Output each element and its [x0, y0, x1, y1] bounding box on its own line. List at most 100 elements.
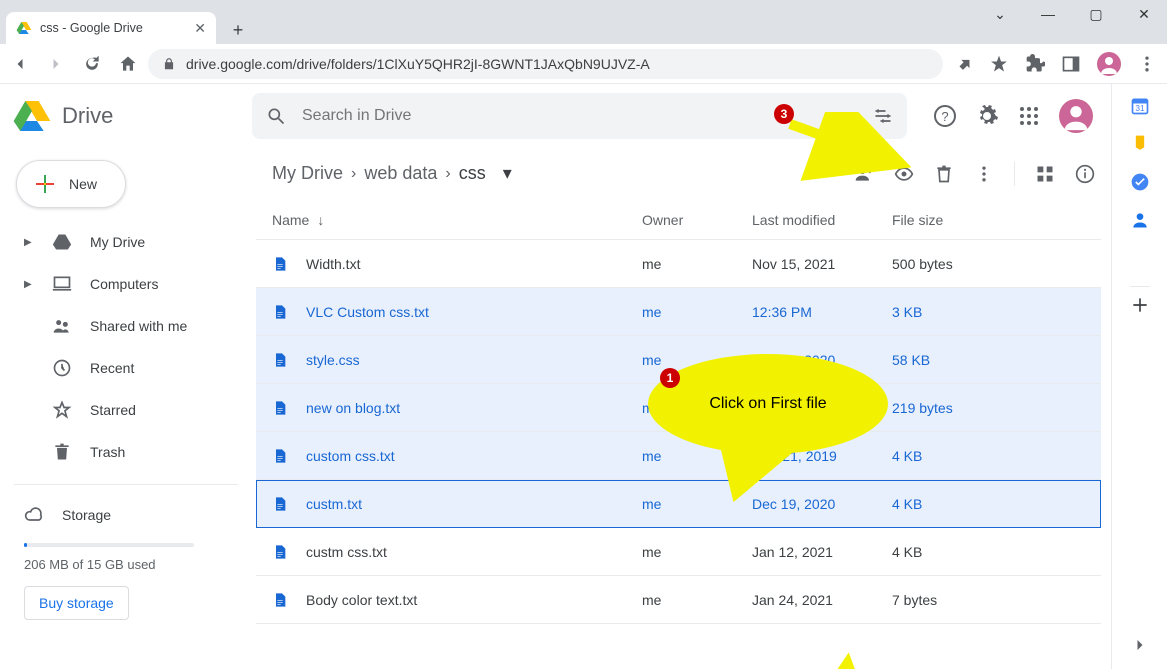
collapse-panel-icon[interactable] — [1130, 635, 1150, 655]
file-name: style.css — [306, 352, 360, 368]
chevron-down-icon[interactable]: ⌄ — [985, 6, 1015, 23]
file-size: 3 KB — [892, 304, 1101, 320]
buy-storage-button[interactable]: Buy storage — [24, 586, 129, 620]
file-size: 4 KB — [892, 448, 1101, 464]
sidebar-item-trash[interactable]: Trash — [10, 432, 248, 472]
share-icon[interactable] — [953, 54, 973, 74]
divider — [14, 484, 238, 485]
reload-icon[interactable] — [82, 54, 102, 74]
browser-tab[interactable]: css - Google Drive ✕ — [6, 12, 216, 44]
table-row[interactable]: Width.txt me Nov 15, 2021 500 bytes — [256, 240, 1101, 288]
table-row[interactable]: Body color text.txt me Jan 24, 2021 7 by… — [256, 576, 1101, 624]
close-window-icon[interactable]: ✕ — [1129, 6, 1159, 23]
caret-icon: ▶ — [24, 237, 34, 248]
file-size: 7 bytes — [892, 592, 1101, 608]
top-right-icons: ? — [933, 99, 1093, 133]
file-icon — [272, 398, 288, 418]
storage-section: Storage 206 MB of 15 GB used Buy storage — [10, 495, 248, 620]
computers-icon — [52, 274, 72, 294]
search-icon — [266, 106, 286, 126]
addons-plus-icon[interactable] — [1130, 286, 1150, 306]
file-owner: me — [642, 592, 782, 608]
tab-title: css - Google Drive — [40, 21, 186, 35]
tab-strip: css - Google Drive ✕ + ⌄ — ▢ ✕ — [0, 8, 1167, 44]
forward-icon[interactable] — [46, 54, 66, 74]
keep-app-icon[interactable] — [1130, 134, 1150, 154]
extensions-icon[interactable] — [1025, 54, 1045, 74]
step-number-3: 3 — [774, 104, 794, 124]
file-size: 500 bytes — [892, 256, 1101, 272]
grid-view-icon[interactable] — [1035, 164, 1055, 184]
sidebar-item-computers[interactable]: ▶ Computers — [10, 264, 248, 304]
table-row[interactable]: custm.txt me Dec 19, 2020 4 KB — [256, 480, 1101, 528]
sidebar-item-my-drive[interactable]: ▶ My Drive — [10, 222, 248, 262]
drive-logo-icon — [12, 96, 52, 136]
new-button-label: New — [69, 176, 97, 192]
callout-text: Click on First file — [709, 395, 826, 413]
file-size: 58 KB — [892, 352, 1101, 368]
file-name: new on blog.txt — [306, 400, 400, 416]
star-outline-icon — [52, 400, 72, 420]
chevron-right-icon: › — [351, 165, 356, 183]
breadcrumb-web-data[interactable]: web data — [364, 163, 437, 184]
storage-bar — [24, 543, 194, 547]
contacts-app-icon[interactable] — [1130, 210, 1150, 230]
table-row[interactable]: custom css.txt me May 21, 2019 4 KB — [256, 432, 1101, 480]
sidebar-item-recent[interactable]: Recent — [10, 348, 248, 388]
home-icon[interactable] — [118, 54, 138, 74]
sidebar-nav-list: ▶ My Drive ▶ Computers Shared with me — [10, 222, 248, 472]
tab-close-icon[interactable]: ✕ — [194, 20, 206, 37]
table-header: Name ↓ Owner Last modified File size — [256, 200, 1101, 240]
file-size: 219 bytes — [892, 400, 1101, 416]
sidebar-item-storage[interactable]: Storage — [24, 495, 248, 535]
trash-icon — [52, 442, 72, 462]
file-name: custm css.txt — [306, 544, 387, 560]
kebab-menu-icon[interactable] — [1137, 54, 1157, 74]
apps-grid-icon[interactable] — [1017, 104, 1041, 128]
calendar-app-icon[interactable]: 31 — [1130, 96, 1150, 116]
file-owner: me — [642, 256, 782, 272]
info-icon[interactable] — [1075, 164, 1095, 184]
svg-text:?: ? — [941, 109, 948, 124]
table-row[interactable]: custm css.txt me Jan 12, 2021 4 KB — [256, 528, 1101, 576]
sidebar-item-label: Recent — [90, 360, 134, 376]
right-side-panel: 31 — [1111, 84, 1167, 669]
file-icon — [272, 542, 288, 562]
back-icon[interactable] — [10, 54, 30, 74]
column-size[interactable]: File size — [892, 212, 1101, 228]
column-owner[interactable]: Owner — [642, 212, 782, 228]
sidebar-item-label: My Drive — [90, 234, 145, 250]
file-size: 4 KB — [892, 496, 1101, 512]
new-button[interactable]: New — [16, 160, 126, 208]
sidebar-item-shared[interactable]: Shared with me — [10, 306, 248, 346]
caret-icon: ▶ — [24, 279, 34, 290]
help-icon[interactable]: ? — [933, 104, 957, 128]
delete-trash-icon[interactable] — [934, 164, 954, 184]
url-box[interactable]: drive.google.com/drive/folders/1ClXuY5QH… — [148, 49, 943, 79]
gear-icon[interactable] — [975, 104, 999, 128]
storage-bar-fill — [24, 543, 27, 547]
file-name: VLC Custom css.txt — [306, 304, 429, 320]
tasks-app-icon[interactable] — [1130, 172, 1150, 192]
drive-logo-area[interactable]: Drive — [12, 96, 244, 136]
profile-avatar-small[interactable] — [1097, 52, 1121, 76]
breadcrumb-my-drive[interactable]: My Drive — [272, 163, 343, 184]
file-size: 4 KB — [892, 544, 1101, 560]
file-icon — [272, 494, 288, 514]
star-icon[interactable] — [989, 54, 1009, 74]
more-kebab-icon[interactable] — [974, 164, 994, 184]
account-avatar[interactable] — [1059, 99, 1093, 133]
sidebar-item-starred[interactable]: Starred — [10, 390, 248, 430]
caret-down-icon: ▾ — [503, 163, 512, 184]
drive-app: Drive ? New ▶ My Drive — [0, 84, 1167, 669]
minimize-icon[interactable]: — — [1033, 6, 1063, 23]
file-owner: me — [642, 304, 782, 320]
column-name[interactable]: Name ↓ — [272, 212, 612, 228]
new-tab-button[interactable]: + — [224, 16, 252, 44]
sidepanel-icon[interactable] — [1061, 54, 1081, 74]
breadcrumb-css[interactable]: css ▾ — [459, 163, 512, 184]
storage-text: 206 MB of 15 GB used — [24, 557, 248, 572]
maximize-icon[interactable]: ▢ — [1081, 6, 1111, 23]
my-drive-icon — [52, 232, 72, 252]
table-row[interactable]: VLC Custom css.txt me 12:36 PM 3 KB — [256, 288, 1101, 336]
